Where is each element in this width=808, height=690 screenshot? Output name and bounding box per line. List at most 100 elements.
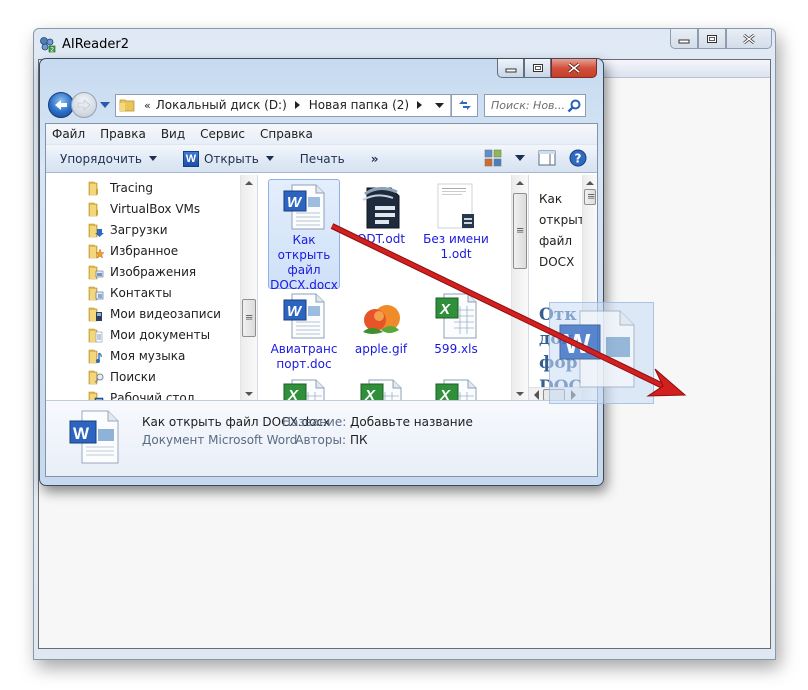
tree-item[interactable]: VirtualBox VMs (46, 198, 257, 219)
folder-icon (88, 181, 98, 195)
tree-item-label: VirtualBox VMs (110, 201, 201, 216)
tree-item[interactable]: Поиски (46, 366, 257, 387)
menu-file[interactable]: Файл (52, 127, 85, 141)
breadcrumb-arrow-icon[interactable] (414, 101, 426, 109)
address-overflow[interactable]: « (144, 99, 151, 112)
details-pane: W Как открыть файл DOCX.docx Документ Mi… (46, 400, 597, 476)
file-icon-wrapper: W (280, 183, 328, 231)
file-list: W Как открыть файл DOCX.docx ODT.odt Без имени… (258, 175, 528, 425)
menu-help[interactable]: Справка (260, 127, 313, 141)
word-file-icon: W (283, 293, 325, 339)
tree-item[interactable]: Загрузки (46, 219, 257, 240)
tree-item[interactable]: Моя музыка (46, 345, 257, 366)
maximize-icon (532, 64, 543, 72)
scroll-up-arrow-icon[interactable] (516, 181, 524, 185)
tree-item[interactable]: Мои документы (46, 324, 257, 345)
tree-item[interactable]: Мои видеозаписи (46, 303, 257, 324)
tree-item-label: Загрузки (110, 222, 168, 237)
preview-line: Как (539, 192, 563, 206)
tree-item[interactable]: Изображения (46, 261, 257, 282)
arrow-left-icon (55, 100, 67, 110)
file-name-line: apple.gif (354, 342, 408, 356)
refresh-button[interactable] (452, 93, 478, 117)
organize-button[interactable]: Упорядочить (60, 152, 157, 166)
file-icon-wrapper: X (432, 292, 480, 340)
breadcrumb-new-folder[interactable]: Новая папка (2) (309, 98, 409, 112)
breadcrumb-arrow-icon[interactable] (292, 101, 304, 109)
searches-folder-icon (88, 370, 104, 384)
preview-line: файл (539, 234, 573, 248)
scroll-up-arrow-icon[interactable] (245, 181, 253, 185)
aireader-maximize-button[interactable] (698, 29, 726, 49)
downloads-folder-icon (88, 223, 104, 237)
print-button[interactable]: Печать (300, 152, 345, 166)
minimize-icon (678, 39, 690, 43)
search-icon[interactable] (567, 99, 581, 113)
file-name-line: Авиатранс (270, 342, 338, 356)
property-title-value[interactable]: Добавьте название (350, 413, 473, 431)
property-authors-value[interactable]: ПК (350, 431, 368, 449)
file-list-scrollbar[interactable] (511, 175, 528, 402)
scroll-left-arrow-icon[interactable] (533, 390, 541, 400)
scroll-thumb[interactable] (513, 193, 527, 269)
navigation-scrollbar[interactable] (240, 175, 257, 402)
file-item[interactable]: ODT.odt (345, 179, 417, 247)
drag-ghost: W (549, 302, 654, 404)
explorer-minimize-button[interactable] (497, 59, 524, 78)
explorer-close-button[interactable] (551, 59, 597, 78)
change-view-icon[interactable] (484, 149, 502, 167)
svg-text:W: W (287, 303, 303, 320)
file-item[interactable]: X 599.xls (420, 289, 492, 357)
scroll-down-arrow-icon[interactable] (245, 392, 253, 396)
arrow-right-icon (77, 99, 91, 111)
scroll-down-arrow-icon[interactable] (516, 392, 524, 396)
more-commands-button[interactable]: » (371, 152, 379, 166)
property-title-key: Название: (282, 415, 347, 429)
menu-edit[interactable]: Правка (100, 127, 146, 141)
videos-folder-icon (88, 307, 102, 321)
file-item[interactable]: W Авиатранс порт.doc (268, 289, 340, 372)
refresh-icon (458, 100, 471, 110)
pictures-folder-icon (88, 265, 104, 279)
file-item[interactable]: W Как открыть файл DOCX.docx (268, 179, 340, 292)
navigation-pane: Tracing VirtualBox VMs Загрузки Избранное Из… (46, 175, 258, 405)
tree-item[interactable]: Избранное (46, 240, 257, 261)
aireader-window-controls (670, 29, 772, 49)
preview-line: DOCX (539, 255, 575, 269)
breadcrumb-local-disk[interactable]: Локальный диск (D:) (156, 98, 287, 112)
scroll-thumb[interactable] (584, 189, 596, 205)
aireader-minimize-button[interactable] (670, 29, 698, 49)
file-item[interactable]: Без имени 1.odt (420, 179, 492, 262)
music-folder-icon (88, 349, 102, 363)
preview-pane-toggle-icon[interactable] (538, 150, 556, 166)
open-label: Открыть (203, 151, 259, 166)
view-options-dropdown-icon[interactable] (515, 155, 525, 161)
menu-view[interactable]: Вид (161, 127, 185, 141)
tree-item[interactable]: Tracing (46, 177, 257, 198)
forward-button[interactable] (71, 92, 97, 118)
scroll-up-arrow-icon[interactable] (586, 181, 594, 185)
tree-item[interactable]: Контакты (46, 282, 257, 303)
close-icon (568, 62, 580, 74)
search-input[interactable] (491, 98, 567, 112)
file-name-line: 1.odt (440, 247, 472, 261)
explorer-window-controls (497, 59, 597, 78)
tree-item-label: Избранное (110, 243, 179, 258)
file-name-line: файл (287, 263, 321, 277)
address-history-dropdown[interactable] (429, 94, 451, 116)
file-item[interactable]: apple.gif (345, 289, 417, 357)
help-icon[interactable]: ? (569, 149, 587, 167)
menu-tools[interactable]: Сервис (200, 127, 245, 141)
word-document-icon: W (69, 410, 119, 464)
navigation-bar: « Локальный диск (D:) Новая папка (2) (48, 91, 595, 119)
aireader-close-button[interactable] (726, 29, 772, 49)
scroll-thumb[interactable] (242, 299, 256, 337)
address-bar[interactable]: « Локальный диск (D:) Новая папка (2) (115, 93, 452, 117)
explorer-maximize-button[interactable] (524, 59, 551, 78)
file-name-line: открыть (277, 248, 331, 262)
recent-pages-dropdown[interactable] (99, 100, 111, 110)
property-authors-key: Авторы: (295, 433, 346, 447)
open-button[interactable]: W Открыть (182, 150, 274, 167)
svg-text:2: 2 (50, 46, 54, 53)
search-box[interactable] (484, 93, 586, 117)
